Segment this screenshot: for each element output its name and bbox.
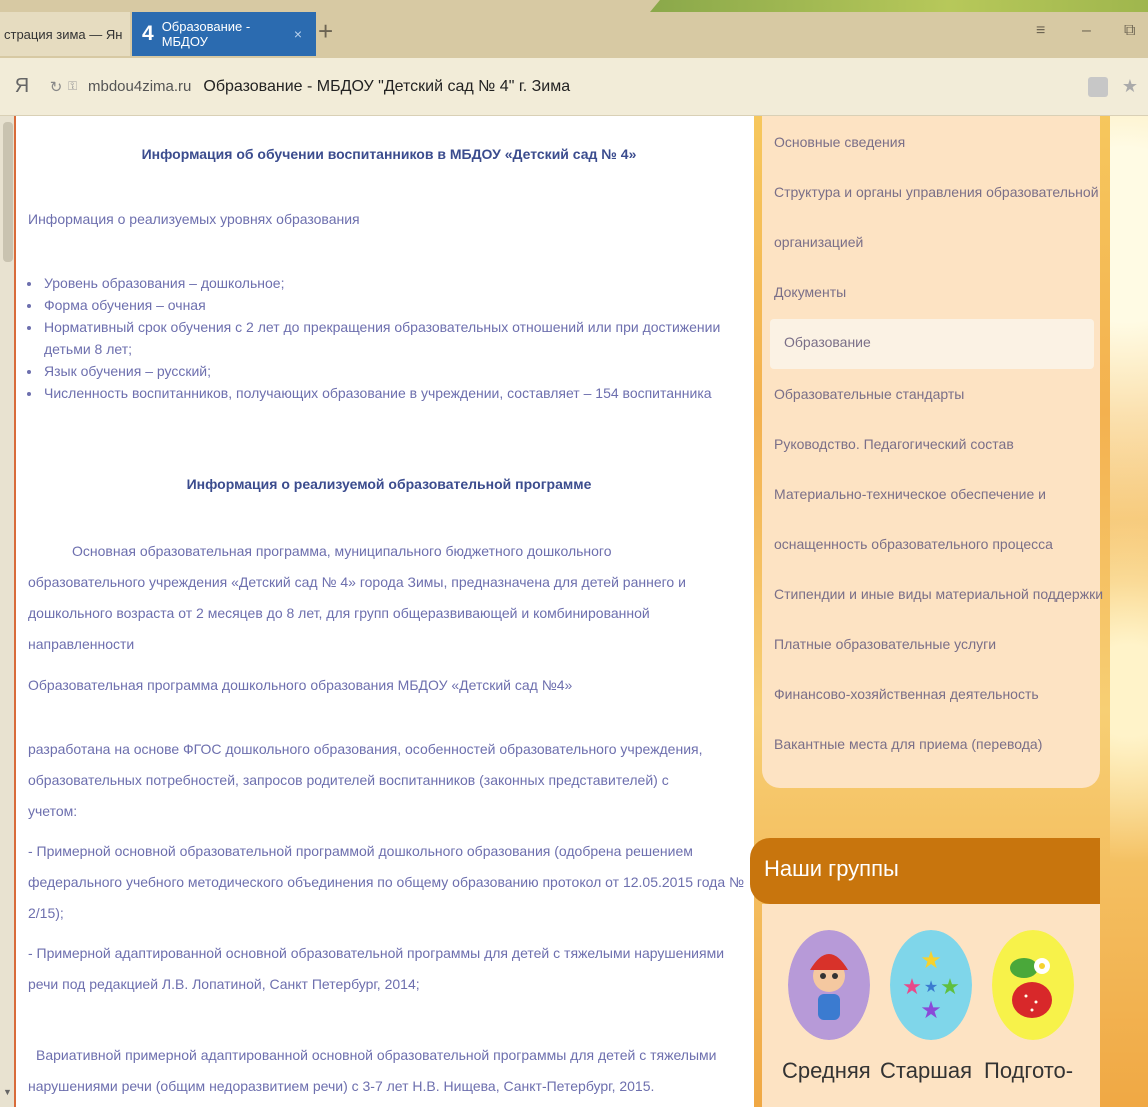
sidebar-item-documents[interactable]: Документы: [774, 284, 1094, 300]
decorative-glow: [1110, 116, 1148, 1107]
extension-icon[interactable]: [1087, 76, 1108, 97]
menu-icon[interactable]: ≡: [1036, 22, 1045, 40]
groups-panel: ★ ★ ★ ★ ★ Средняя Старшая Подгото-: [762, 904, 1100, 1107]
list-item: Численность воспитанников, получающих об…: [42, 382, 758, 404]
program-paragraph-4: - Примерной основной образовательной про…: [28, 843, 745, 921]
program-paragraph-2: Образовательная программа дошкольного об…: [28, 677, 573, 693]
address-bar: Я ↻ ⚿ mbdou4zima.ru Образование - МБДОУ …: [0, 58, 1148, 116]
group-image-senior[interactable]: ★ ★ ★ ★ ★: [890, 930, 972, 1040]
scrollbar-thumb[interactable]: [3, 122, 13, 262]
decorative-strip: [650, 0, 1148, 12]
url-domain[interactable]: mbdou4zima.ru: [88, 78, 191, 95]
tab-active[interactable]: 4 Образование - МБДОУ ×: [132, 12, 316, 56]
list-item: Нормативный срок обучения с 2 лет до пре…: [42, 316, 758, 360]
tab-label: Образование - МБДОУ: [161, 19, 251, 49]
main-content: Информация об обучении воспитанников в М…: [24, 116, 754, 1107]
scrollbar[interactable]: ▼: [0, 116, 16, 1107]
bookmark-star-icon[interactable]: ★: [1122, 76, 1138, 97]
program-paragraph-5: - Примерной адаптированной основной обра…: [28, 945, 725, 992]
yandex-button[interactable]: Я: [0, 75, 44, 98]
scroll-down-icon[interactable]: ▼: [3, 1087, 12, 1097]
lock-icon[interactable]: ⚿: [68, 79, 88, 94]
tab-label: страция зима — Ян: [4, 26, 123, 42]
minimize-icon[interactable]: –: [1082, 22, 1091, 40]
tab-previous[interactable]: страция зима — Ян: [0, 12, 130, 56]
sidebar-item-paid-services[interactable]: Платные образовательные услуги: [774, 636, 1094, 652]
page-border: [14, 116, 16, 1107]
tab-bar: страция зима — Ян 4 Образование - МБДОУ …: [0, 0, 1148, 58]
url-page-title[interactable]: Образование - МБДОУ "Детский сад № 4" г.…: [203, 78, 570, 96]
page-heading: Информация об обучении воспитанников в М…: [141, 146, 637, 162]
group-label-middle[interactable]: Средняя: [782, 1058, 871, 1084]
sidebar-item-facilities-cont[interactable]: оснащенность образовательного процесса: [774, 536, 1094, 552]
sidebar-item-structure-cont[interactable]: организацией: [774, 234, 1094, 250]
program-paragraph-6: Вариативной примерной адаптированной осн…: [28, 1047, 717, 1094]
sidebar-item-standards[interactable]: Образовательные стандарты: [774, 386, 1094, 402]
close-icon[interactable]: ×: [294, 26, 302, 42]
sidebar-item-facilities[interactable]: Материально-техническое обеспечение и: [774, 486, 1094, 502]
group-label-senior[interactable]: Старшая: [880, 1058, 972, 1084]
program-paragraph-1: Основная образовательная программа, муни…: [28, 543, 686, 652]
sidebar-item-education[interactable]: Образование: [784, 334, 1104, 350]
groups-title: Наши группы: [750, 838, 1100, 904]
svg-text:★: ★: [902, 974, 922, 999]
list-item: Уровень образования – дошкольное;: [42, 272, 758, 294]
tab-number: 4: [142, 22, 154, 45]
list-item: Форма обучения – очная: [42, 294, 758, 316]
levels-intro: Информация о реализуемых уровнях образов…: [28, 211, 360, 227]
reload-icon[interactable]: ↻: [44, 78, 68, 96]
svg-text:★: ★: [920, 997, 942, 1024]
svg-text:★: ★: [940, 974, 960, 999]
group-label-preparatory[interactable]: Подгото-: [984, 1058, 1073, 1084]
restore-icon[interactable]: ⧉: [1124, 22, 1135, 40]
list-item: Язык обучения – русский;: [42, 360, 758, 382]
sidebar-item-basic-info[interactable]: Основные сведения: [774, 134, 1094, 150]
program-paragraph-3: разработана на основе ФГОС дошкольного о…: [28, 741, 703, 819]
sidebar-item-scholarships[interactable]: Стипендии и иные виды материальной подде…: [774, 586, 1103, 602]
svg-text:★: ★: [920, 947, 942, 974]
sidebar-item-staff[interactable]: Руководство. Педагогический состав: [774, 436, 1094, 452]
program-heading: Информация о реализуемой образовательной…: [186, 476, 592, 492]
levels-list: Уровень образования – дошкольное; Форма …: [42, 272, 758, 404]
sidebar-menu: Основные сведения Структура и органы упр…: [762, 116, 1103, 788]
sidebar-item-finance[interactable]: Финансово-хозяйственная деятельность: [774, 686, 1094, 702]
svg-text:★: ★: [924, 979, 938, 996]
sidebar-item-vacancies[interactable]: Вакантные места для приема (перевода): [774, 736, 1094, 752]
sidebar-item-structure[interactable]: Структура и органы управления образовате…: [774, 184, 1099, 200]
new-tab-button[interactable]: +: [318, 16, 333, 47]
group-image-preparatory[interactable]: [992, 930, 1074, 1040]
group-image-middle[interactable]: [788, 930, 870, 1040]
